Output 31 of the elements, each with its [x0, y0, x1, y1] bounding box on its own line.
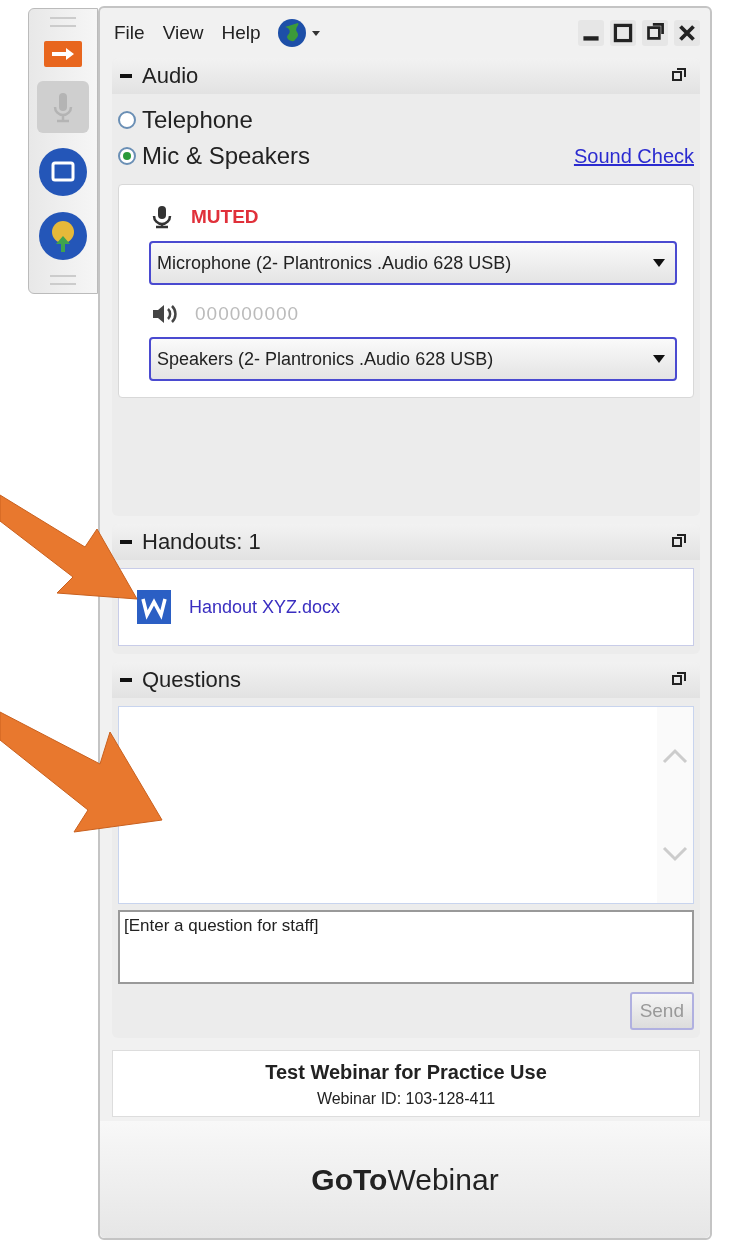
handout-link[interactable]: Handout XYZ.docx — [189, 596, 341, 618]
question-input[interactable]: [Enter a question for staff] — [118, 910, 694, 984]
radio-option[interactable]: Telephone — [118, 106, 694, 134]
grip-icon — [50, 17, 76, 27]
minimize-icon[interactable] — [578, 20, 604, 46]
microphone-icon — [151, 205, 173, 229]
volume-meter: 000000000 — [195, 303, 300, 325]
panel-title: Handouts: 1 — [142, 529, 261, 555]
microphone-dropdown[interactable]: Microphone (2- Plantronics .Audio 628 USB) — [149, 241, 677, 285]
muted-label: MUTED — [191, 206, 259, 228]
close-icon[interactable] — [674, 20, 700, 46]
maximize-icon[interactable] — [610, 20, 636, 46]
restore-icon[interactable] — [642, 20, 668, 46]
grip-icon — [50, 275, 76, 285]
webinar-id: Webinar ID: 103-128-411 — [316, 1090, 496, 1108]
webinar-title: Test Webinar for Practice Use — [265, 1061, 547, 1084]
radio-option[interactable]: Mic & Speakers — [118, 142, 574, 170]
sound-check-link[interactable]: Sound Check — [573, 144, 694, 168]
caret-icon — [653, 355, 665, 363]
document-icon — [137, 590, 171, 624]
speakers-dropdown[interactable]: Speakers (2- Plantronics .Audio 628 USB) — [149, 337, 677, 381]
speaker-icon — [151, 304, 177, 324]
menu-item[interactable]: Help — [219, 20, 263, 46]
panel-title: Audio — [142, 63, 199, 89]
logo: GoToWebinar — [311, 1162, 499, 1197]
caret-icon — [653, 259, 665, 267]
menu-item[interactable]: File — [112, 20, 147, 46]
globe-icon[interactable] — [276, 18, 321, 48]
screen-icon[interactable] — [38, 147, 88, 197]
panel-title: Questions — [142, 667, 242, 693]
menu-item[interactable]: View — [160, 20, 206, 46]
